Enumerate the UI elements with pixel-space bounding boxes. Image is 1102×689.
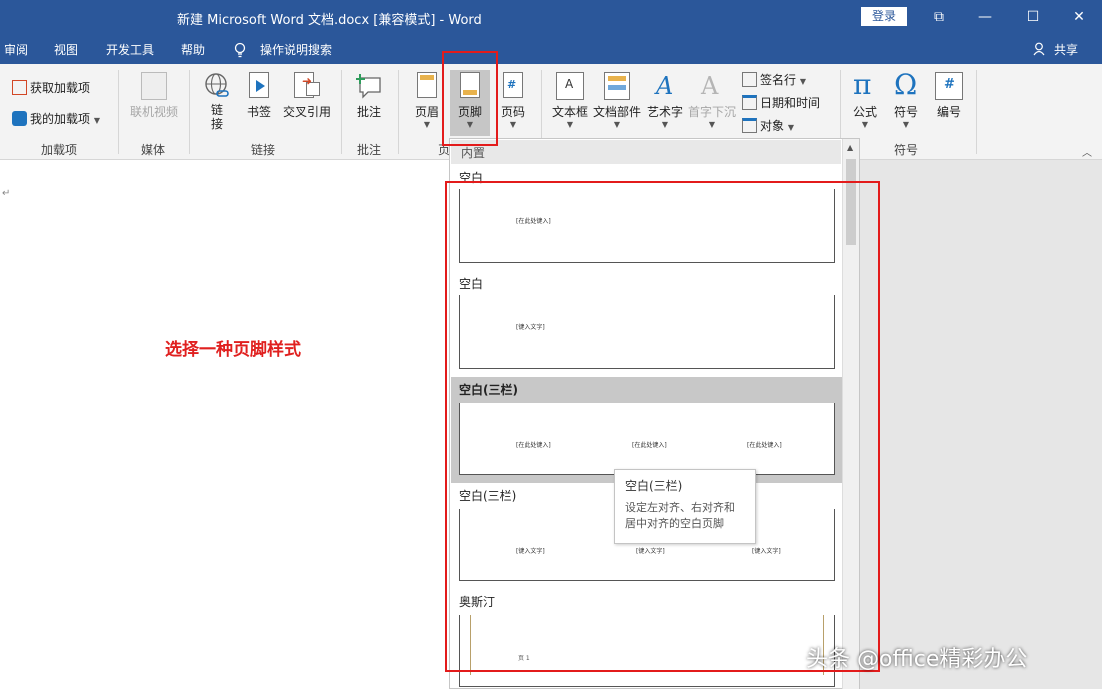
group-divider — [118, 70, 119, 154]
calendar-icon — [742, 95, 757, 110]
tab-review[interactable]: 审阅 — [4, 41, 28, 58]
minimize-button[interactable]: — — [962, 0, 1008, 34]
addin-cube-icon — [12, 111, 27, 126]
bookmark-icon — [246, 72, 272, 100]
annotation-text: 选择一种页脚样式 — [165, 340, 301, 360]
tab-help[interactable]: 帮助 — [181, 41, 205, 58]
signature-line-button[interactable]: 签名行 ▼ — [742, 71, 806, 88]
group-label-media: 媒体 — [141, 143, 166, 157]
get-addins-button[interactable]: 获取加载项 — [12, 79, 90, 96]
group-divider — [341, 70, 342, 154]
scroll-up-icon[interactable]: ▲ — [847, 143, 853, 152]
drop-cap-icon: A — [701, 72, 719, 100]
wordart-icon: A — [656, 72, 674, 100]
header-button[interactable]: 页眉 ▼ — [410, 72, 444, 129]
watermark-text: 头条 @office精彩办公 — [806, 647, 1028, 672]
chevron-down-icon: ▼ — [509, 120, 517, 129]
group-label-symbols: 符号 — [894, 143, 919, 157]
chevron-down-icon: ▼ — [566, 120, 574, 129]
group-label-links: 链接 — [251, 143, 276, 157]
omega-icon: Ω — [894, 68, 918, 101]
film-icon — [141, 72, 167, 100]
online-video-button[interactable]: 联机视频 — [128, 72, 180, 120]
paragraph-mark-icon: ↵ — [2, 188, 11, 199]
window-title: 新建 Microsoft Word 文档.docx [兼容模式] - Word — [177, 13, 482, 28]
cross-reference-button[interactable]: ➜ 交叉引用 — [282, 72, 332, 120]
group-label-comments: 批注 — [357, 143, 382, 157]
chevron-down-icon: ▼ — [423, 120, 431, 129]
document-page[interactable]: ↵ 选择一种页脚样式 — [0, 160, 449, 689]
title-bar: 新建 Microsoft Word 文档.docx [兼容模式] - Word … — [0, 0, 1102, 34]
login-button[interactable]: 登录 — [861, 7, 907, 26]
quick-parts-icon — [604, 72, 630, 100]
chevron-down-icon: ▼ — [93, 116, 100, 125]
object-icon — [742, 118, 757, 133]
equation-button[interactable]: π 公式 ▼ — [848, 68, 882, 129]
collapse-ribbon-icon[interactable]: ︿ — [1082, 144, 1092, 159]
group-label-addins: 加载项 — [41, 143, 78, 157]
bookmark-button[interactable]: 书签 — [242, 72, 276, 120]
chevron-down-icon: ▼ — [861, 120, 869, 129]
group-divider — [189, 70, 190, 154]
gallery-section-title: 内置 — [451, 140, 841, 164]
page-number-icon: # — [500, 72, 526, 100]
globe-link-icon — [205, 73, 229, 97]
group-divider — [398, 70, 399, 154]
chevron-down-icon: ▼ — [613, 120, 621, 129]
chevron-down-icon: ▼ — [799, 77, 806, 86]
workspace-background — [860, 160, 1102, 689]
store-icon — [12, 80, 27, 95]
close-button[interactable]: ✕ — [1056, 0, 1102, 34]
cross-reference-icon: ➜ — [294, 72, 320, 100]
annotation-highlight-gallery — [445, 181, 880, 672]
wordart-button[interactable]: A 艺术字 ▼ — [646, 72, 684, 129]
symbol-button[interactable]: Ω 符号 ▼ — [889, 68, 923, 129]
quick-parts-button[interactable]: 文档部件 ▼ — [593, 72, 641, 129]
new-comment-button[interactable]: 批注 — [352, 72, 386, 120]
text-box-button[interactable]: A 文本框 ▼ — [551, 72, 589, 129]
share-button[interactable]: 共享 — [1054, 41, 1078, 58]
header-icon — [414, 72, 440, 100]
tell-me-search[interactable]: 操作说明搜索 — [260, 41, 332, 58]
signature-icon — [742, 72, 757, 87]
tab-view[interactable]: 视图 — [54, 41, 78, 58]
number-button[interactable]: # 编号 — [932, 72, 966, 120]
group-divider — [976, 70, 977, 154]
person-icon — [1033, 42, 1045, 56]
annotation-highlight-footer-button — [442, 51, 498, 146]
link-button[interactable]: 链 接 — [200, 72, 234, 131]
my-addins-button[interactable]: 我的加载项 ▼ — [12, 110, 100, 127]
chevron-down-icon: ▼ — [787, 123, 794, 132]
date-time-button[interactable]: 日期和时间 — [742, 94, 820, 111]
comment-icon — [356, 74, 381, 99]
maximize-button[interactable]: ☐ — [1010, 0, 1056, 34]
pi-icon: π — [853, 68, 872, 101]
number-icon: # — [935, 72, 963, 100]
tab-developer[interactable]: 开发工具 — [106, 41, 154, 58]
object-button[interactable]: 对象 ▼ — [742, 117, 794, 134]
chevron-down-icon: ▼ — [661, 120, 669, 129]
drop-cap-button[interactable]: A 首字下沉 ▼ — [688, 72, 736, 129]
page-number-button[interactable]: # 页码 ▼ — [496, 72, 530, 129]
lightbulb-icon — [234, 42, 246, 58]
ribbon-tabs: 审阅 视图 开发工具 帮助 操作说明搜索 共享 — [0, 34, 1102, 64]
text-box-icon: A — [556, 72, 584, 100]
ribbon-display-options-icon[interactable]: ⧉ — [916, 0, 962, 34]
chevron-down-icon: ▼ — [708, 120, 716, 129]
chevron-down-icon: ▼ — [902, 120, 910, 129]
